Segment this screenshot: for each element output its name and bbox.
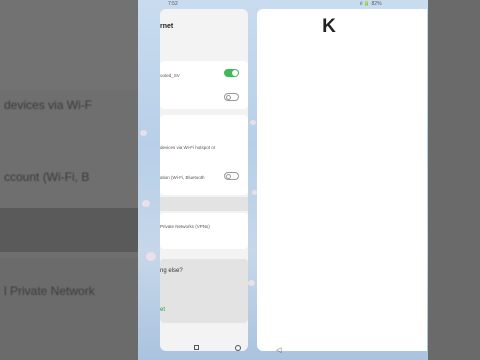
recents-icon[interactable] [194,345,199,350]
bg-text-line-3: l Private Network [4,284,95,298]
toggle-knob [226,95,231,100]
home-icon[interactable] [235,345,241,351]
bg-top-band [0,0,140,90]
help-section: ng else? et [160,259,248,323]
blossom-decoration [140,130,147,136]
kinemaster-logo-icon: K [316,14,342,40]
blossom-decoration [146,252,156,261]
blank-app-card[interactable] [257,9,427,351]
help-question: ng else? [160,268,183,274]
connection-sharing-toggle[interactable] [224,172,239,180]
bg-text-line-1: devices via Wi-F [4,98,93,112]
status-time: 7:52 [168,1,178,7]
vpn-section[interactable]: Private Networks (VPNs) [160,213,248,249]
divider-band [160,197,248,211]
back-icon[interactable]: ◁ [276,346,281,354]
background-right-blur [428,0,480,360]
toggle-knob [232,70,238,76]
blossom-decoration [142,200,150,207]
status-bar: 7:52 ıl 🔋 82% [138,0,428,8]
logo-letter: K [322,16,336,37]
bg-bottom-band [0,258,140,360]
bg-text-line-2: ccount (Wi-Fi, B [4,170,90,184]
secondary-toggle[interactable] [224,93,239,101]
sharing-section: devices via Wi-Fi hotspot or ation (Wi-F… [160,115,248,195]
blossom-decoration [250,120,256,125]
phone-screen: 7:52 ıl 🔋 82% rnet ooted_SV devices via … [138,0,428,360]
kinemaster-watermark-text: KINEMASTER [305,48,368,58]
share-description: devices via Wi-Fi hotspot or [160,145,216,150]
navigation-bar [160,345,248,351]
page-title: rnet [160,23,174,30]
background-left-blur: devices via Wi-F ccount (Wi-Fi, B l Priv… [0,0,140,360]
bg-mid-band [0,208,140,252]
help-link[interactable]: et [160,307,165,313]
hotspot-section: ooted_SV [160,61,248,109]
hotspot-toggle[interactable] [224,69,239,77]
toggle-knob [226,174,231,179]
blossom-decoration [248,280,255,286]
connection-sharing-label: ation (Wi-Fi, Bluetooth [160,175,205,180]
vpn-label: Private Networks (VPNs) [160,224,210,229]
hotspot-name: ooted_SV [160,73,180,78]
settings-app-card[interactable]: rnet ooted_SV devices via Wi-Fi hotspot … [160,9,248,351]
status-indicators: ıl 🔋 82% [360,1,382,7]
